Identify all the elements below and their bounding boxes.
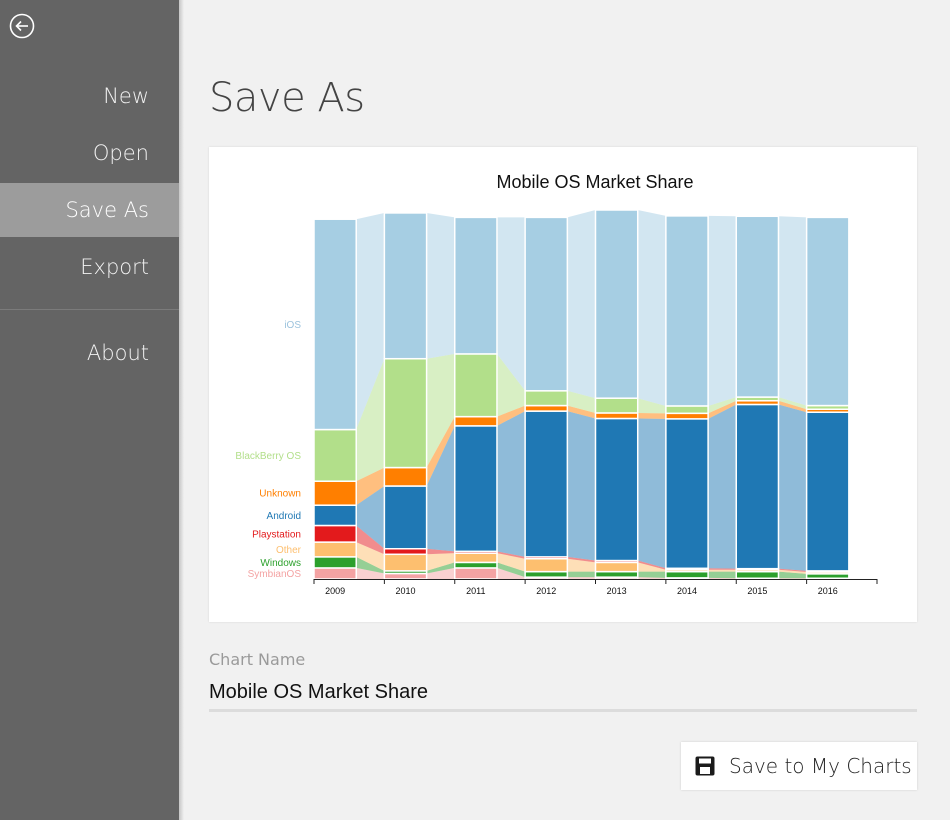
bar-segment (313, 567, 357, 580)
bar-segment (454, 567, 498, 580)
bar-segment (454, 561, 498, 569)
connector-band (637, 571, 666, 578)
connector-band (708, 215, 737, 406)
page-title: Save As (209, 75, 365, 121)
legend-label: Other (276, 545, 302, 556)
sidebar: New Open Save As Export About (0, 0, 179, 820)
x-tick-label: 2011 (466, 586, 485, 596)
chart-preview-card: Mobile OS Market Share 2009 2010 2011 2012 20… (209, 147, 917, 622)
floppy-disk-icon (695, 756, 715, 776)
connector-band (567, 411, 596, 561)
bar-segment (524, 557, 569, 573)
bar-segment (665, 405, 709, 415)
bar-segment (735, 570, 780, 580)
chart-title: Mobile OS Market Share (496, 172, 693, 192)
bar-segment (454, 425, 498, 553)
bar-segment (594, 397, 639, 414)
bar-segment (594, 412, 639, 420)
connector-band (708, 571, 737, 579)
bar-segment (524, 216, 569, 392)
legend-label: BlackBerry OS (235, 451, 301, 462)
bar-segment (313, 218, 357, 431)
bar-segment (805, 216, 850, 407)
legend-label: Unknown (259, 489, 301, 500)
connector-band (708, 569, 737, 572)
nav-item-new[interactable]: New (0, 69, 179, 123)
legend-label: Android (267, 511, 301, 522)
bar-segment (313, 428, 357, 482)
bar-segment (454, 415, 498, 427)
x-tick-label: 2009 (325, 586, 345, 596)
x-tick-label: 2010 (395, 586, 415, 596)
sidebar-shadow (179, 0, 184, 820)
bar-segment (735, 215, 780, 398)
connector-band (778, 216, 807, 406)
nav-divider (0, 309, 179, 310)
save-button-label: Save to My Charts (729, 754, 912, 778)
nav-item-about[interactable]: About (0, 326, 179, 380)
connector-band (426, 212, 455, 359)
bar-segment (383, 466, 428, 487)
connector-band (637, 418, 666, 569)
legend-label: iOS (284, 320, 301, 331)
bar-segment (735, 403, 780, 570)
x-tick-label: 2015 (747, 586, 767, 596)
bar-segment (313, 504, 357, 527)
bar-segment (524, 570, 569, 578)
bar-segment (383, 553, 428, 572)
bar-segment (594, 209, 639, 399)
bar-segment (594, 570, 639, 578)
bar-segment (383, 212, 428, 360)
bar-segment (524, 390, 569, 407)
bar-segment (383, 572, 428, 580)
bar-segment (313, 541, 357, 558)
bar-segment (313, 480, 357, 506)
bar-segment (665, 570, 709, 579)
bar-segment (594, 417, 639, 562)
bar-segment (313, 524, 357, 543)
bar-segment (383, 547, 428, 556)
connector-band (567, 577, 596, 579)
chart-svg: Mobile OS Market Share 2009 2010 2011 2012 20… (235, 172, 878, 596)
bar-segment (454, 552, 498, 564)
bar-segment (313, 556, 357, 569)
connector-band (567, 210, 596, 399)
connector-band (708, 404, 737, 569)
bar-segment (665, 215, 709, 407)
bar-segment (454, 353, 498, 418)
legend-label: Windows (260, 558, 301, 569)
bar-segment (665, 412, 709, 420)
nav-item-save-as[interactable]: Save As (0, 183, 179, 237)
bar-segment (454, 216, 498, 355)
x-tick-label: 2013 (607, 586, 627, 596)
chart-name-label: Chart Name (209, 650, 306, 669)
connector-band (637, 412, 666, 419)
legend-label: Playstation (252, 529, 301, 540)
nav-item-open[interactable]: Open (0, 126, 179, 180)
connector-band (778, 404, 807, 571)
legend-label: SymbianOS (248, 569, 302, 580)
bar-segment (383, 357, 428, 469)
x-tick-label: 2016 (818, 586, 838, 596)
bar-segment (665, 418, 709, 570)
x-tick-label: 2014 (677, 586, 697, 596)
bar-segment (594, 561, 639, 573)
connector-band (778, 578, 807, 579)
bar-segment (524, 404, 569, 412)
back-arrow-circle-icon[interactable] (9, 13, 35, 39)
x-tick-label: 2012 (536, 586, 556, 596)
connector-band (637, 210, 666, 406)
nav-item-export[interactable]: Export (0, 240, 179, 294)
bar-segment (805, 411, 850, 572)
bar-segment (524, 410, 569, 558)
chart-name-input[interactable] (209, 676, 917, 712)
bar-segment (383, 485, 428, 550)
connector-band (567, 571, 596, 578)
save-to-my-charts-button[interactable]: Save to My Charts (681, 742, 917, 790)
connector-band (496, 411, 526, 557)
